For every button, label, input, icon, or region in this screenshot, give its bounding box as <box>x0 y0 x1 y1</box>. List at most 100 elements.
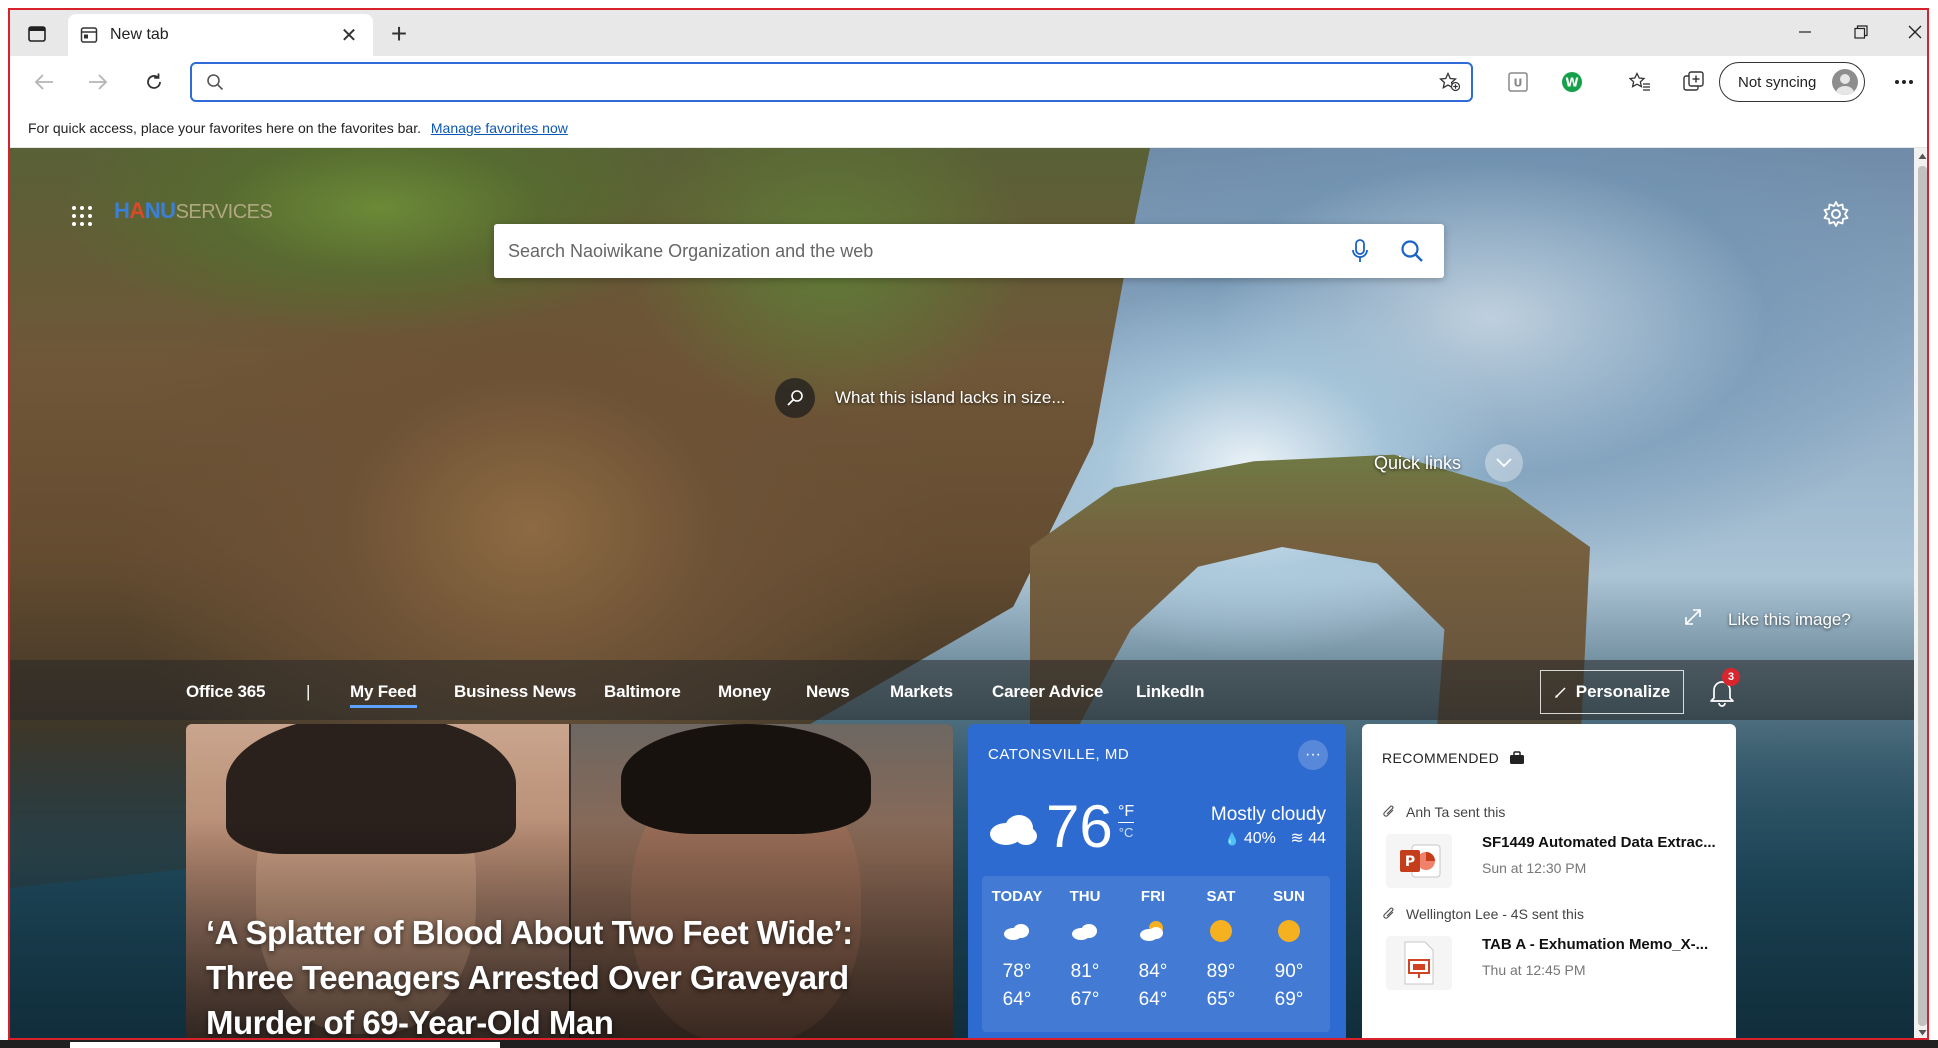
forecast-day[interactable]: SAT 89° 65° <box>1186 888 1256 1011</box>
reader-extension-button[interactable]: U <box>1500 66 1536 98</box>
scroll-down-arrow-icon[interactable] <box>1918 1028 1927 1037</box>
forecast-day[interactable]: TODAY 78° 64° <box>982 888 1052 1011</box>
feed-tab-career-advice[interactable]: Career Advice <box>992 682 1103 702</box>
manage-favorites-link[interactable]: Manage favorites now <box>431 120 568 136</box>
cloud-icon <box>1050 911 1120 951</box>
like-image-label: Like this image? <box>1728 609 1851 629</box>
briefcase-icon <box>1510 751 1525 764</box>
forecast-high: 89° <box>1206 961 1236 982</box>
weather-details: 💧 40% ≋ 44 <box>1224 828 1326 848</box>
like-image-control[interactable]: Like this image? <box>1684 608 1851 631</box>
favorites-button[interactable] <box>1622 66 1658 98</box>
forecast-day[interactable]: FRI 84° 64° <box>1118 888 1188 1011</box>
feed-tab-separator: | <box>306 682 311 701</box>
forecast-low: 69° <box>1274 989 1304 1010</box>
search-icon <box>207 74 224 91</box>
top-story-headline[interactable]: ‘A Splatter of Blood About Two Feet Wide… <box>206 910 926 1038</box>
weather-location: CATONSVILLE, MD <box>988 746 1130 763</box>
add-favorite-icon[interactable] <box>1439 72 1461 92</box>
page-scrollbar[interactable] <box>1914 148 1927 1038</box>
pencil-icon <box>1554 687 1566 698</box>
recommended-item[interactable]: Wellington Lee - 4S sent this TAB A - Ex… <box>1382 906 1722 990</box>
address-bar[interactable] <box>190 62 1473 102</box>
recommended-file-name[interactable]: SF1449 Automated Data Extrac... <box>1482 834 1716 851</box>
feed-tab-linkedin[interactable]: LinkedIn <box>1136 682 1204 702</box>
scroll-up-arrow-icon[interactable] <box>1918 152 1927 161</box>
tab-actions-icon <box>28 26 46 42</box>
logo-letter-h: H <box>114 198 130 223</box>
organization-logo[interactable]: HANUSERVICES <box>114 198 273 224</box>
attachment-icon <box>1383 805 1394 817</box>
new-tab-button[interactable]: + <box>382 18 416 50</box>
temperature-units[interactable]: °F °C <box>1118 802 1135 843</box>
image-info-caption[interactable]: What this island lacks in size... <box>775 378 1066 418</box>
forecast-low: 64° <box>1002 989 1032 1010</box>
forecast-low: 65° <box>1206 989 1236 1010</box>
refresh-button[interactable] <box>134 64 174 100</box>
svg-text:W: W <box>1565 76 1578 90</box>
address-input[interactable] <box>232 67 1439 97</box>
svg-text:P: P <box>1405 854 1415 870</box>
forward-button[interactable] <box>78 64 118 100</box>
notification-count-badge: 3 <box>1722 668 1740 686</box>
grammar-extension-button[interactable]: W <box>1554 66 1590 98</box>
scrollbar-thumb[interactable] <box>1918 166 1927 1026</box>
forecast-low: 67° <box>1070 989 1100 1010</box>
recommended-item[interactable]: Anh Ta sent this P SF1449 Automated Data… <box>1382 804 1722 888</box>
image-caption-text: What this island lacks in size... <box>835 388 1066 407</box>
precipitation-value: 40% <box>1243 830 1276 847</box>
back-button[interactable] <box>24 64 64 100</box>
personalize-label: Personalize <box>1575 682 1671 701</box>
recommended-file-name[interactable]: TAB A - Exhumation Memo_X-... <box>1482 936 1708 953</box>
search-submit-icon[interactable] <box>1392 231 1432 271</box>
minimize-button[interactable] <box>1777 14 1833 50</box>
favorites-bar-message: For quick access, place your favorites h… <box>28 120 421 136</box>
forecast-day-name: FRI <box>1140 888 1166 905</box>
personalize-button[interactable]: Personalize <box>1540 670 1684 714</box>
feed-tab-business-news[interactable]: Business News <box>454 682 576 702</box>
page-settings-icon[interactable] <box>1822 200 1850 228</box>
tab-new-tab[interactable]: New tab ✕ <box>68 14 373 56</box>
feed-tab-money[interactable]: Money <box>718 682 771 702</box>
forecast-day[interactable]: SUN 90° 69° <box>1254 888 1324 1011</box>
forecast-high: 90° <box>1274 961 1304 982</box>
forecast-day-name: THU <box>1069 888 1101 905</box>
expand-image-icon[interactable] <box>1684 608 1702 631</box>
collections-button[interactable] <box>1676 66 1712 98</box>
quick-links-label: Quick links <box>1374 452 1462 473</box>
celsius-unit[interactable]: °C <box>1118 823 1134 843</box>
profile-sync-button[interactable]: Not syncing <box>1719 62 1865 102</box>
weather-more-button[interactable]: ··· <box>1298 740 1328 770</box>
feed-tab-news[interactable]: News <box>806 682 850 702</box>
quick-links-toggle[interactable]: Quick links <box>1374 444 1524 482</box>
tab-actions-button[interactable] <box>18 18 56 50</box>
web-search-box[interactable]: Search Naoiwikane Organization and the w… <box>494 224 1444 278</box>
svg-text:U: U <box>1514 77 1523 90</box>
browser-window: New tab ✕ + U W Not syncing For quick ac… <box>8 8 1929 1040</box>
forecast-low: 64° <box>1138 989 1168 1010</box>
forecast-day-name: TODAY <box>991 888 1043 905</box>
feed-tab-baltimore[interactable]: Baltimore <box>604 682 681 702</box>
app-launcher-icon[interactable] <box>70 204 94 228</box>
fahrenheit-unit[interactable]: °F <box>1118 802 1135 823</box>
back-arrow-icon <box>34 74 53 90</box>
feed-navigation-bar: Office 365 | My Feed Business News Balti… <box>10 660 1914 720</box>
voice-search-icon[interactable] <box>1340 231 1380 271</box>
feed-tab-office-365[interactable]: Office 365 <box>186 682 265 702</box>
forecast-day[interactable]: THU 81° 67° <box>1050 888 1120 1011</box>
current-temperature: 76 <box>1046 793 1113 860</box>
close-window-button[interactable] <box>1887 14 1927 50</box>
partly-cloudy-icon <box>1118 911 1188 951</box>
feed-tab-markets[interactable]: Markets <box>890 682 953 702</box>
recommended-sender: Anh Ta sent this <box>1382 804 1722 820</box>
recommended-title: RECOMMENDED <box>1382 750 1500 766</box>
restore-button[interactable] <box>1833 14 1889 50</box>
tab-close-icon[interactable]: ✕ <box>337 23 361 47</box>
reader-extension-icon: U <box>1508 72 1528 92</box>
forecast-high: 84° <box>1138 961 1168 982</box>
settings-and-more-button[interactable] <box>1886 66 1922 98</box>
top-story-card[interactable]: ‘A Splatter of Blood About Two Feet Wide… <box>186 724 953 1038</box>
web-search-placeholder: Search Naoiwikane Organization and the w… <box>508 240 874 261</box>
weather-card[interactable]: CATONSVILLE, MD ··· 76 °F °C Mostly clou… <box>968 724 1346 1038</box>
feed-tab-my-feed[interactable]: My Feed <box>350 682 417 708</box>
